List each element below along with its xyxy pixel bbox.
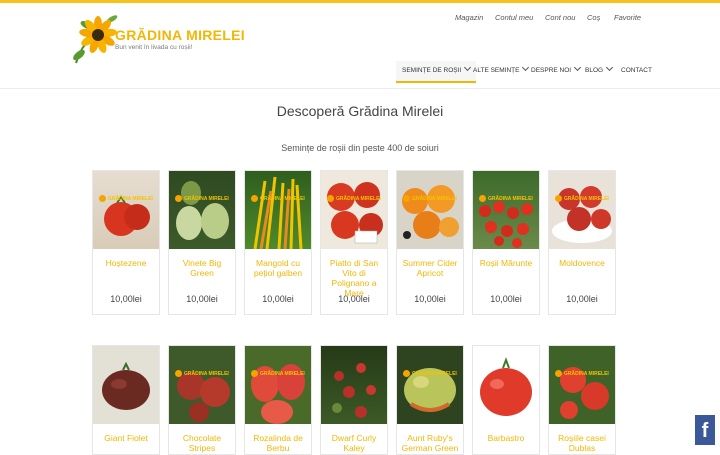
product-image[interactable] xyxy=(321,346,387,424)
util-link-magazin[interactable]: Magazin xyxy=(455,13,483,22)
product-price: 10,00lei xyxy=(414,294,446,304)
product-image[interactable]: GRĂDINA MIRELEI xyxy=(549,346,615,424)
nav-label: SEMINȚE DE ROȘII xyxy=(402,67,462,74)
util-link-favorite[interactable]: Favorite xyxy=(614,13,641,22)
nav-label: BLOG xyxy=(585,67,604,74)
watermark: GRĂDINA MIRELEI xyxy=(555,195,609,202)
page-subtitle: Semințe de roșii din peste 400 de soiuri xyxy=(281,143,439,153)
page-title: Descoperă Grădina Mirelei xyxy=(276,103,444,119)
nav-contact[interactable]: CONTACT xyxy=(621,61,652,81)
product-image[interactable]: GRĂDINA MIRELEI xyxy=(245,171,311,249)
product-name[interactable]: Roșiile casei Dublas xyxy=(551,433,613,453)
facebook-icon[interactable]: f xyxy=(695,415,715,445)
watermark: GRĂDINA MIRELEI xyxy=(327,195,381,202)
nav-label: DESPRE NOI xyxy=(531,67,572,74)
product-image[interactable]: GRĂDINA MIRELEI xyxy=(549,171,615,249)
watermark: GRĂDINA MIRELEI xyxy=(403,195,457,202)
product-name[interactable]: Summer Cider Apricot xyxy=(399,258,461,278)
product-name[interactable]: Vinete Big Green xyxy=(171,258,233,278)
product-price: 10,00lei xyxy=(338,294,370,304)
nav-alte-seminte[interactable]: ALTE SEMINȚE xyxy=(473,61,530,81)
watermark: GRĂDINA MIRELEI xyxy=(175,370,229,377)
watermark: GRĂDINA MIRELEI xyxy=(251,195,305,202)
product-card[interactable]: Giant Fiolet xyxy=(92,345,160,455)
watermark: GRĂDINA MIRELEI xyxy=(251,370,305,377)
product-name[interactable]: Barbastro xyxy=(475,433,537,443)
product-card[interactable]: GRĂDINA MIRELEI Piatto di San Vito di Po… xyxy=(320,170,388,315)
product-price: 10,00lei xyxy=(566,294,598,304)
product-name[interactable]: Chocolate Stripes xyxy=(171,433,233,453)
brand-title: GRĂDINA MIRELEI xyxy=(115,27,245,43)
product-card[interactable]: GRĂDINA MIRELEI Moldovence 10,00lei xyxy=(548,170,616,315)
site-logo[interactable]: GRĂDINA MIRELEI Bun venit în livada cu r… xyxy=(70,13,245,69)
watermark: GRĂDINA MIRELEI xyxy=(479,195,533,202)
product-price: 10,00lei xyxy=(262,294,294,304)
chevron-down-icon xyxy=(464,63,472,72)
nav-seminte-de-rosii[interactable]: SEMINȚE DE ROȘII xyxy=(396,61,477,83)
product-name[interactable]: Roșii Mărunte xyxy=(475,258,537,268)
product-name[interactable]: Aunt Ruby's German Green xyxy=(399,433,461,453)
product-image[interactable]: GRĂDINA MIRELEI xyxy=(397,171,463,249)
product-price: 10,00lei xyxy=(186,294,218,304)
product-name[interactable]: Mangold cu pețiol galben xyxy=(247,258,309,278)
product-card[interactable]: GRĂDINA MIRELEI Roșii Mărunte 10,00lei xyxy=(472,170,540,315)
chevron-down-icon xyxy=(606,63,614,72)
watermark: GRĂDINA MIRELEI xyxy=(175,195,229,202)
util-link-cos[interactable]: Coș xyxy=(587,13,600,22)
watermark: GRĂDINA MIRELEI xyxy=(99,195,153,202)
nav-label: ALTE SEMINȚE xyxy=(473,67,520,74)
product-image[interactable] xyxy=(473,346,539,424)
product-name[interactable]: Hoștezene xyxy=(95,258,157,268)
product-card[interactable]: GRĂDINA MIRELEI Rozalinda de Berbu xyxy=(244,345,312,455)
product-image[interactable]: GRĂDINA MIRELEI xyxy=(245,346,311,424)
nav-blog[interactable]: BLOG xyxy=(585,61,614,81)
chevron-down-icon xyxy=(522,63,530,72)
product-image[interactable]: GRĂDINA MIRELEI xyxy=(321,171,387,249)
nav-label: CONTACT xyxy=(621,67,652,74)
util-link-cont-nou[interactable]: Cont nou xyxy=(545,13,575,22)
product-image[interactable]: GRĂDINA MIRELEI xyxy=(473,171,539,249)
product-card[interactable]: GRĂDINA MIRELEI Roșiile casei Dublas xyxy=(548,345,616,455)
product-card[interactable]: GRĂDINA MIRELEI Aunt Ruby's German Green xyxy=(396,345,464,455)
product-card[interactable]: Dwarf Curly Kaley xyxy=(320,345,388,455)
chevron-down-icon xyxy=(574,63,582,72)
site-header: GRĂDINA MIRELEI Bun venit în livada cu r… xyxy=(0,3,720,89)
watermark: GRĂDINA MIRELEI xyxy=(403,370,457,377)
product-price: 10,00lei xyxy=(490,294,522,304)
product-image[interactable]: GRĂDINA MIRELEI xyxy=(169,346,235,424)
product-name[interactable]: Dwarf Curly Kaley xyxy=(323,433,385,453)
product-image[interactable]: GRĂDINA MIRELEI xyxy=(169,171,235,249)
product-name[interactable]: Moldovence xyxy=(551,258,613,268)
flower-logo-icon xyxy=(73,15,118,64)
product-card[interactable]: GRĂDINA MIRELEI Mangold cu pețiol galben… xyxy=(244,170,312,315)
product-image[interactable]: GRĂDINA MIRELEI xyxy=(93,171,159,249)
util-link-contul-meu[interactable]: Contul meu xyxy=(495,13,533,22)
product-card[interactable]: Barbastro xyxy=(472,345,540,455)
product-card[interactable]: GRĂDINA MIRELEI Chocolate Stripes xyxy=(168,345,236,455)
product-name[interactable]: Piatto di San Vito di Polignano a Mare xyxy=(323,258,385,298)
product-name[interactable]: Giant Fiolet xyxy=(95,433,157,443)
product-price: 10,00lei xyxy=(110,294,142,304)
product-card[interactable]: GRĂDINA MIRELEI Hoștezene 10,00lei xyxy=(92,170,160,315)
watermark: GRĂDINA MIRELEI xyxy=(555,370,609,377)
product-card[interactable]: GRĂDINA MIRELEI Vinete Big Green 10,00le… xyxy=(168,170,236,315)
product-image[interactable]: GRĂDINA MIRELEI xyxy=(397,346,463,424)
nav-despre-noi[interactable]: DESPRE NOI xyxy=(531,61,582,81)
product-image[interactable] xyxy=(93,346,159,424)
product-card[interactable]: GRĂDINA MIRELEI Summer Cider Apricot 10,… xyxy=(396,170,464,315)
product-name[interactable]: Rozalinda de Berbu xyxy=(247,433,309,453)
brand-tagline: Bun venit în livada cu roșii! xyxy=(115,44,193,51)
